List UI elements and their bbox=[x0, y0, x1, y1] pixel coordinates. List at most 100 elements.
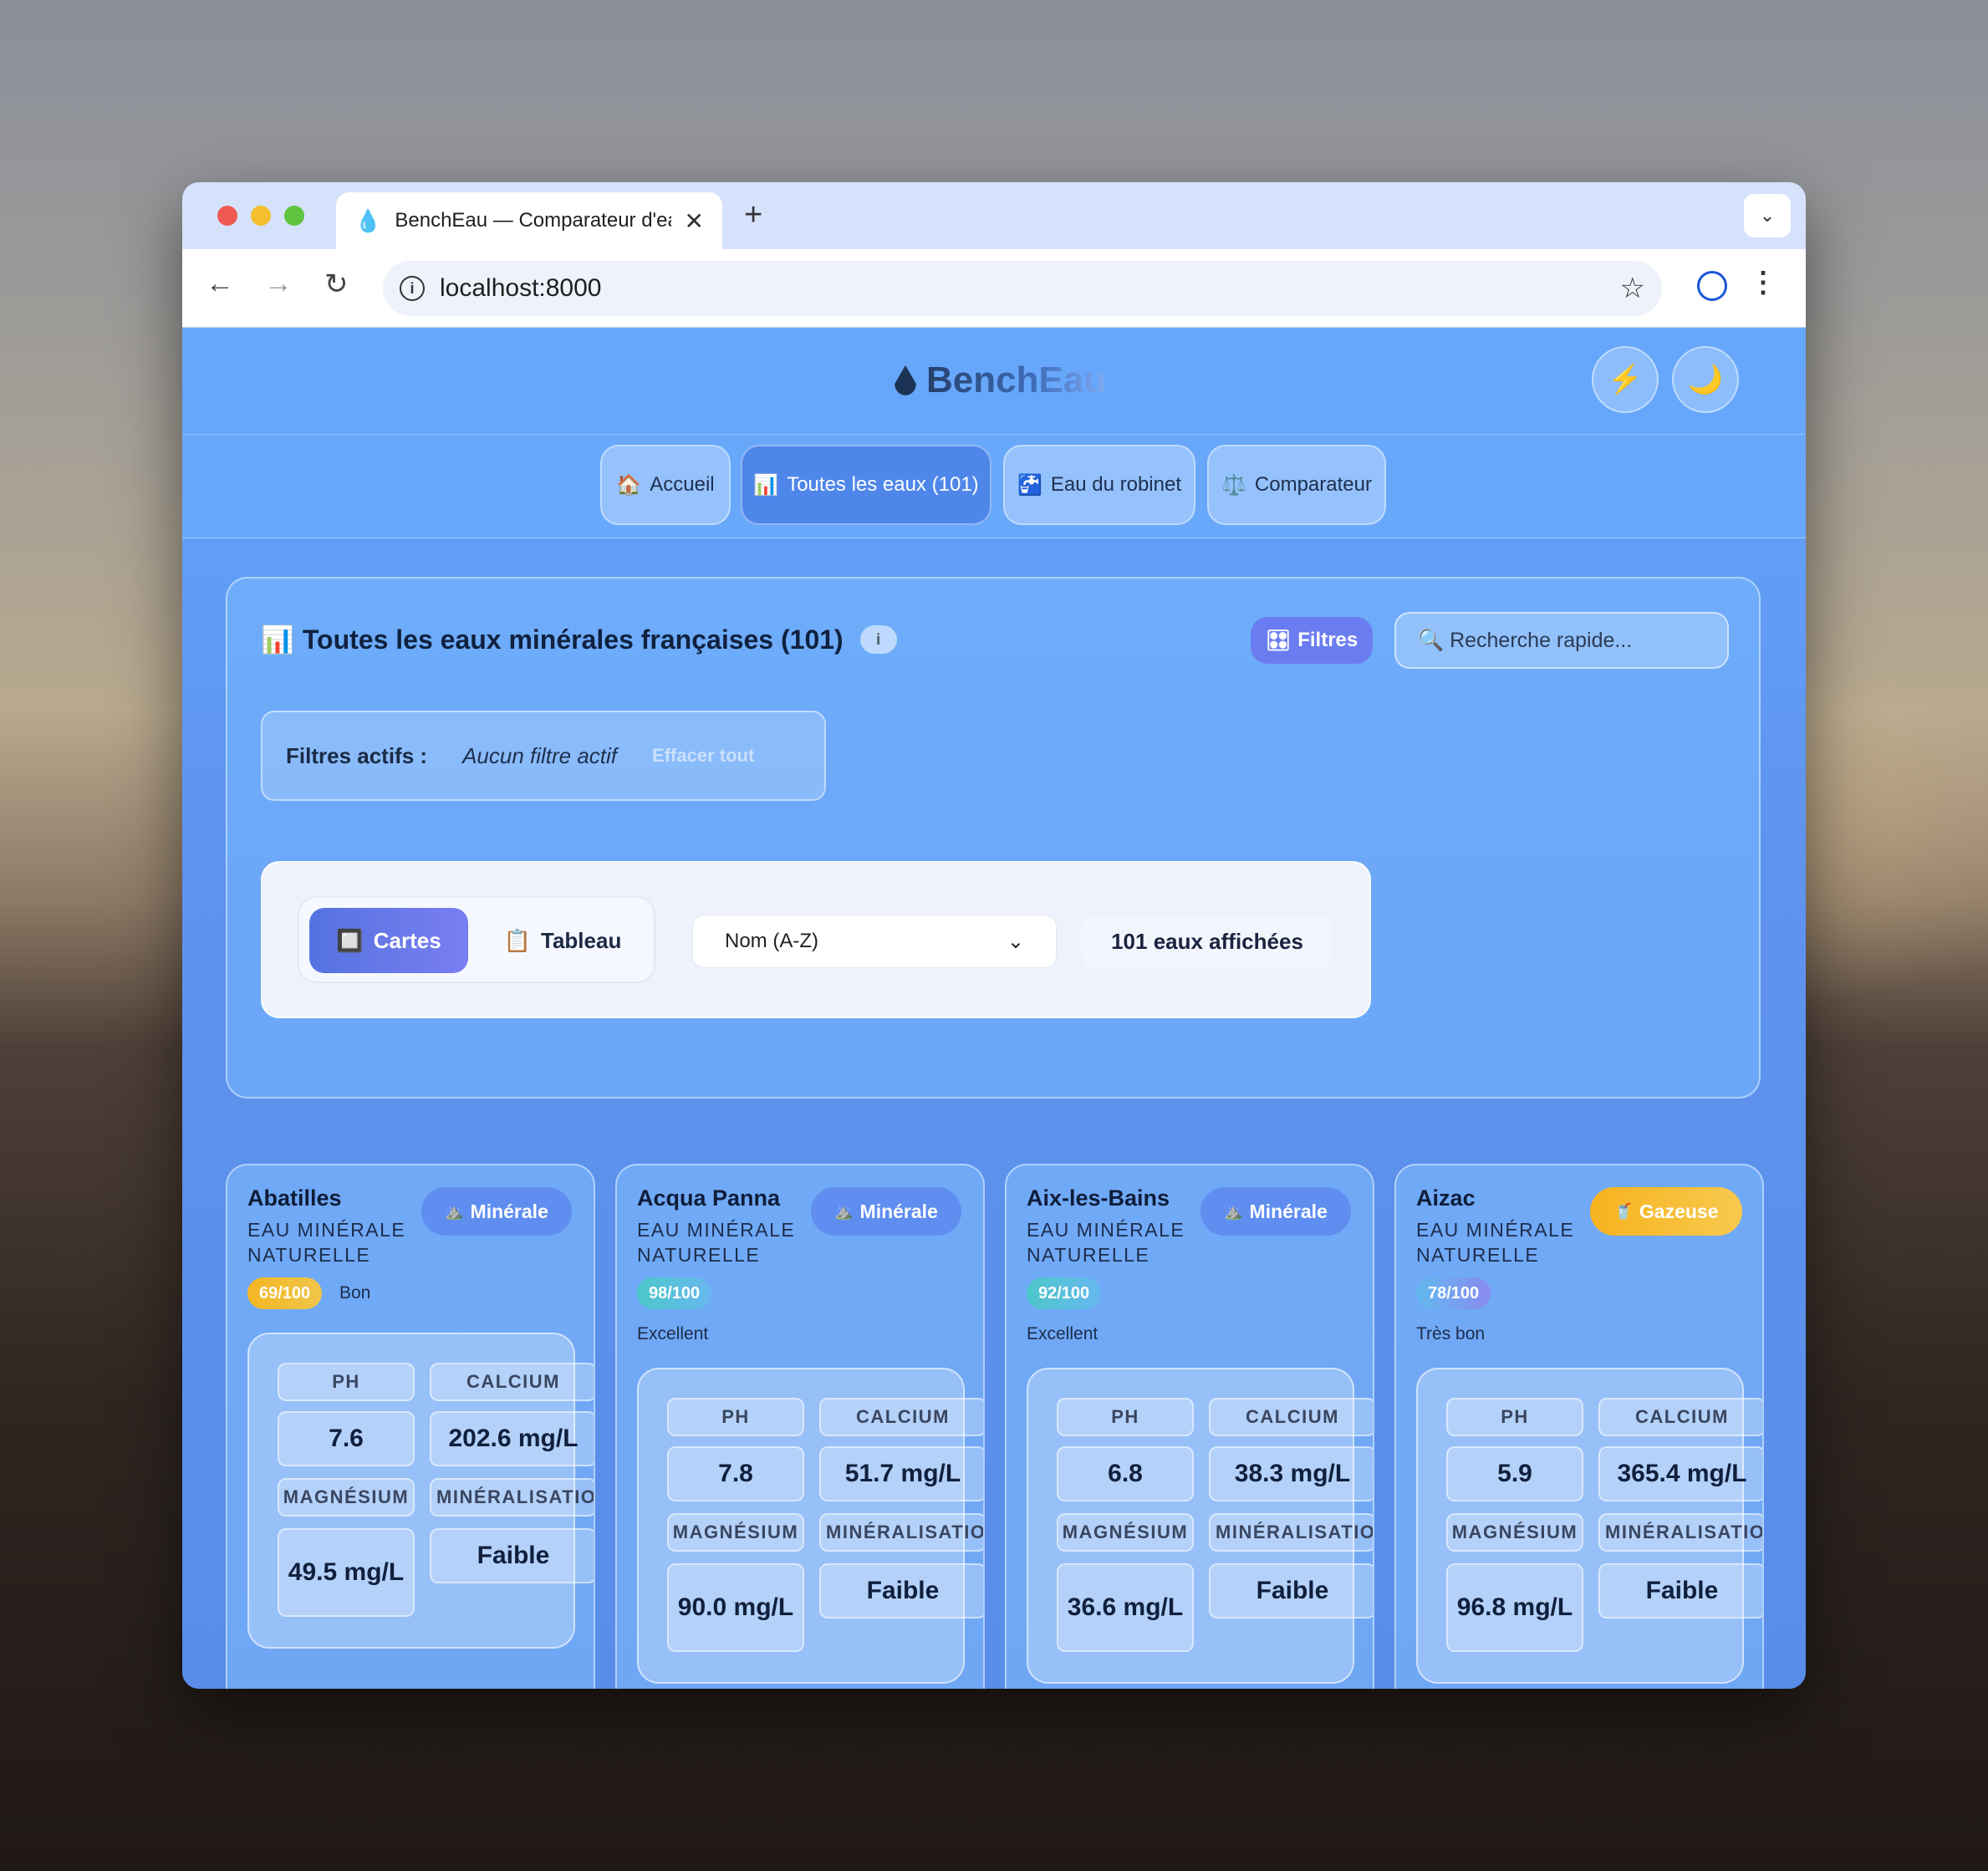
chart-icon: 📊 bbox=[753, 473, 779, 497]
mineralisation-value: Faible bbox=[1209, 1563, 1373, 1619]
tab-title: BenchEau — Comparateur d'eaux bbox=[395, 209, 671, 232]
brand-name: BenchEau bbox=[926, 359, 1107, 400]
ph-value: 7.8 bbox=[667, 1446, 804, 1501]
info-icon[interactable]: i bbox=[859, 625, 897, 654]
calcium-label: CALCIUM bbox=[430, 1363, 594, 1401]
metric-label: CALCIUM bbox=[466, 1371, 560, 1392]
ph-label: PH bbox=[667, 1398, 804, 1436]
metric-value: 36.6 mg/L bbox=[1067, 1593, 1184, 1621]
score-badge: 98/100 bbox=[637, 1277, 712, 1309]
back-icon[interactable]: ← bbox=[206, 268, 234, 300]
mineralisation-value: Faible bbox=[1598, 1563, 1762, 1619]
address-bar[interactable]: i localhost:8000 ☆ bbox=[383, 261, 1662, 316]
sort-select[interactable]: Nom (A-Z) ⌄ bbox=[692, 915, 1057, 968]
ph-label: PH bbox=[278, 1363, 415, 1401]
metric-value: Faible bbox=[866, 1577, 940, 1604]
ph-value: 6.8 bbox=[1057, 1446, 1194, 1501]
magnesium-label: MAGNÉSIUM bbox=[1057, 1513, 1194, 1552]
card-name: Aix-les-Bains bbox=[1027, 1185, 1170, 1211]
minimize-window-button[interactable] bbox=[251, 206, 271, 226]
metric-value: 49.5 mg/L bbox=[288, 1558, 405, 1586]
mountain-icon: ⛰️ bbox=[445, 1202, 464, 1220]
reload-icon[interactable]: ↻ bbox=[324, 268, 349, 301]
score-badge: 92/100 bbox=[1027, 1277, 1102, 1309]
close-tab-icon[interactable]: ✕ bbox=[685, 207, 704, 235]
calcium-label: CALCIUM bbox=[819, 1398, 983, 1436]
metric-label: MAGNÉSIUM bbox=[283, 1486, 410, 1507]
metric-label: CALCIUM bbox=[856, 1406, 950, 1427]
bookmark-star-icon[interactable]: ☆ bbox=[1620, 272, 1645, 305]
tab-label: Eau du robinet bbox=[1050, 473, 1181, 496]
calcium-value: 38.3 mg/L bbox=[1209, 1446, 1373, 1501]
sliders-icon: 🎛 bbox=[1265, 629, 1292, 652]
view-table-button[interactable]: 📋 Tableau bbox=[483, 908, 642, 973]
tab-accueil[interactable]: 🏠 Accueil bbox=[600, 445, 731, 525]
card-type: EAU MINÉRALE NATURELLE bbox=[1027, 1219, 1185, 1266]
tab-eau-du-robinet[interactable]: 🚰 Eau du robinet bbox=[1003, 445, 1195, 525]
metric-value: 51.7 mg/L bbox=[844, 1460, 961, 1487]
metrics-panel: PH CALCIUM 5.9 365.4 mg/L MAGNÉSIUM MINÉ… bbox=[1416, 1368, 1762, 1684]
metric-label: MAGNÉSIUM bbox=[1062, 1522, 1189, 1542]
tab-comparateur[interactable]: ⚖️ Comparateur bbox=[1207, 445, 1386, 525]
sort-value: Nom (A-Z) bbox=[725, 930, 818, 952]
view-cards-button[interactable]: 🔲 Cartes bbox=[309, 908, 468, 973]
metric-value: 365.4 mg/L bbox=[1617, 1460, 1747, 1487]
metric-label: PH bbox=[1111, 1406, 1139, 1427]
water-card[interactable]: Acqua Panna EAU MINÉRALE NATURELLE ⛰️ Mi… bbox=[615, 1164, 985, 1689]
zoom-window-button[interactable] bbox=[284, 206, 304, 226]
clear-filters-button[interactable]: Effacer tout bbox=[652, 745, 754, 767]
quick-action-button[interactable]: ⚡ bbox=[1592, 346, 1659, 413]
results-count: 101 eaux affichées bbox=[1082, 915, 1333, 968]
card-name: Abatilles bbox=[247, 1185, 342, 1211]
app-header: BenchEau ⚡ 🌙 bbox=[182, 328, 1806, 435]
magnesium-value: 96.8 mg/L bbox=[1446, 1563, 1583, 1652]
url-text[interactable]: localhost:8000 bbox=[440, 274, 1605, 303]
metric-value: Faible bbox=[1256, 1577, 1329, 1604]
metric-value: 202.6 mg/L bbox=[448, 1425, 579, 1452]
browser-tab[interactable]: 💧 BenchEau — Comparateur d'eaux ✕ bbox=[336, 192, 722, 249]
type-badge-label: Gazeuse bbox=[1639, 1200, 1719, 1222]
tab-toutes-les-eaux[interactable]: 📊 Toutes les eaux (101) bbox=[741, 445, 991, 525]
type-badge: 🥤 Gazeuse bbox=[1590, 1187, 1742, 1236]
list-panel: 📊 Toutes les eaux minérales françaises (… bbox=[226, 577, 1761, 1099]
metric-value: 7.6 bbox=[329, 1425, 364, 1452]
card-type: EAU MINÉRALE NATURELLE bbox=[247, 1219, 406, 1266]
score-label: Très bon bbox=[1416, 1324, 1486, 1343]
forward-icon[interactable]: → bbox=[264, 268, 293, 300]
calcium-label: CALCIUM bbox=[1598, 1398, 1762, 1436]
browser-window: 💧 BenchEau — Comparateur d'eaux ✕ + ⌄ ← … bbox=[182, 182, 1806, 1689]
home-icon: 🏠 bbox=[616, 473, 642, 497]
mineralisation-label: MINÉRALISATION bbox=[1598, 1513, 1762, 1552]
calcium-value: 202.6 mg/L bbox=[430, 1411, 594, 1466]
metric-value: Faible bbox=[477, 1542, 550, 1569]
browser-toolbar: ← → ↻ i localhost:8000 ☆ ⋮ bbox=[182, 249, 1806, 328]
water-card[interactable]: Aizac EAU MINÉRALE NATURELLE 🥤 Gazeuse 7… bbox=[1394, 1164, 1764, 1689]
tab-search-button[interactable]: ⌄ bbox=[1744, 194, 1791, 237]
metric-label: MINÉRALISATION bbox=[1216, 1522, 1374, 1542]
theme-toggle-button[interactable]: 🌙 bbox=[1672, 346, 1739, 413]
drink-icon: 🥤 bbox=[1613, 1202, 1633, 1220]
metric-label: MAGNÉSIUM bbox=[1451, 1522, 1578, 1542]
filters-button[interactable]: 🎛 Filtres bbox=[1251, 617, 1373, 664]
ph-value: 7.6 bbox=[278, 1411, 415, 1466]
water-card[interactable]: Aix-les-Bains EAU MINÉRALE NATURELLE ⛰️ … bbox=[1005, 1164, 1374, 1689]
type-badge: ⛰️ Minérale bbox=[421, 1187, 572, 1236]
new-tab-button[interactable]: + bbox=[744, 197, 762, 233]
view-controls: 🔲 Cartes 📋 Tableau Nom (A-Z) ⌄ 101 eaux … bbox=[261, 861, 1371, 1018]
quick-search-input[interactable] bbox=[1394, 612, 1729, 669]
metric-label: PH bbox=[721, 1406, 750, 1427]
magnesium-label: MAGNÉSIUM bbox=[278, 1478, 415, 1517]
view-cards-label: Cartes bbox=[373, 927, 441, 953]
mineralisation-value: Faible bbox=[430, 1528, 594, 1583]
active-filters-bar: Filtres actifs : Aucun filtre actif Effa… bbox=[261, 711, 826, 801]
page-title: 📊 Toutes les eaux minérales françaises (… bbox=[261, 624, 897, 655]
water-card[interactable]: Abatilles EAU MINÉRALE NATURELLE ⛰️ Miné… bbox=[226, 1164, 595, 1689]
close-window-button[interactable] bbox=[217, 206, 237, 226]
site-info-icon[interactable]: i bbox=[400, 276, 425, 301]
profile-icon[interactable] bbox=[1697, 271, 1727, 301]
browser-menu-icon[interactable]: ⋮ bbox=[1749, 266, 1777, 299]
page-title-text: Toutes les eaux minérales françaises (10… bbox=[302, 624, 844, 655]
brand-logo[interactable]: BenchEau bbox=[895, 359, 1106, 401]
scale-icon: ⚖️ bbox=[1221, 473, 1246, 497]
mineralisation-label: MINÉRALISATION bbox=[1209, 1513, 1374, 1552]
